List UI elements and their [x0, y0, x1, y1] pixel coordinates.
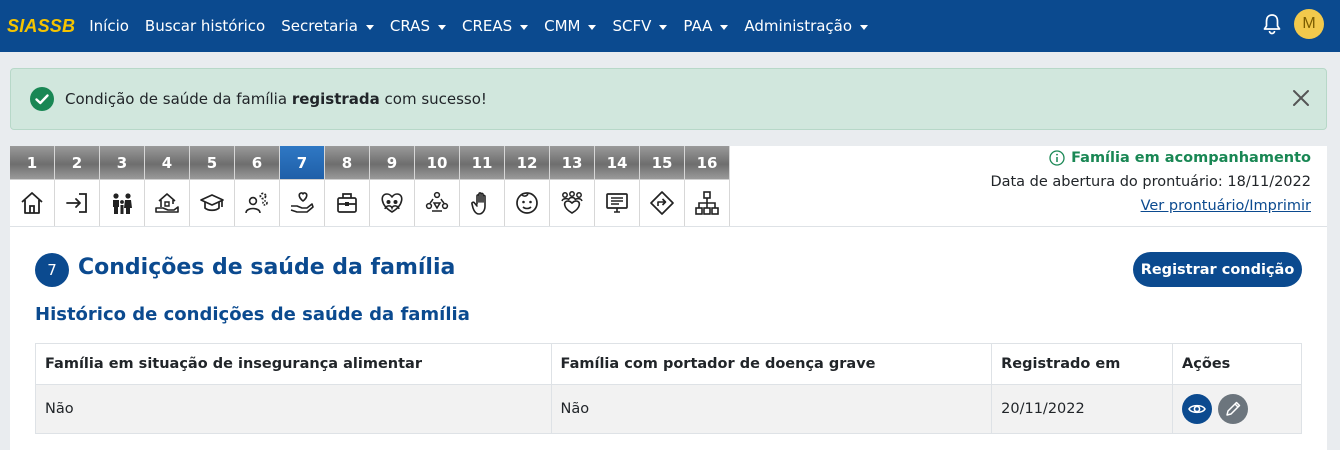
view-button[interactable] [1182, 394, 1213, 424]
login-icon [66, 193, 87, 213]
step-tab-7[interactable]: 7 [280, 146, 325, 226]
step-tab-2[interactable]: 2 [55, 146, 100, 226]
section-title: Histórico de condições de saúde da famíl… [35, 304, 470, 325]
caret-down-icon [588, 24, 597, 30]
column-header: Ações [1172, 343, 1302, 385]
nav-item-cmm[interactable]: CMM [544, 17, 597, 35]
table-header-row: Família em situação de insegurança alime… [35, 343, 1302, 385]
step-tab-1[interactable]: 1 [10, 146, 55, 226]
nav-item-buscar-historico[interactable]: Buscar histórico [145, 17, 265, 35]
user-avatar[interactable]: M [1294, 9, 1324, 39]
eye-icon [1188, 404, 1206, 414]
nav-item-creas[interactable]: CREAS [462, 17, 529, 35]
step-tab-10[interactable]: 10 [415, 146, 460, 226]
table-cell: Não [35, 384, 552, 434]
page-title: Condições de saúde da família [78, 255, 456, 280]
house-hand-icon [155, 193, 179, 213]
nav-item-inicio[interactable]: Início [89, 17, 129, 35]
nav-item-paa[interactable]: PAA [683, 17, 729, 35]
nav-item-scfv[interactable]: SCFV [612, 17, 668, 35]
step-tab-3[interactable]: 3 [100, 146, 145, 226]
step-tab-16[interactable]: 16 [685, 146, 730, 226]
step-tab-4[interactable]: 4 [145, 146, 190, 226]
caret-down-icon [860, 24, 869, 30]
people-heart-icon [381, 193, 403, 213]
column-header: Família com portador de doença grave [550, 343, 993, 385]
table-cell: Não [550, 384, 993, 434]
success-alert: Condição de saúde da família registrada … [10, 68, 1327, 130]
caret-down-icon [437, 24, 446, 30]
briefcase-icon [337, 193, 357, 213]
check-circle-icon [30, 87, 54, 111]
top-navbar: SIASSB Início Buscar histórico Secretari… [0, 0, 1340, 52]
person-gears-icon [245, 192, 268, 214]
step-tab-6[interactable]: 6 [235, 146, 280, 226]
graduation-cap-icon [200, 194, 224, 212]
nav-item-secretaria[interactable]: Secretaria [281, 17, 374, 35]
family-info-panel: Família em acompanhamento Data de abertu… [730, 146, 1327, 226]
step-tabs: 1 2 3 4 5 6 7 8 9 10 11 12 13 14 15 16 [10, 146, 730, 226]
bell-icon[interactable] [1262, 13, 1282, 35]
group-heart-icon [561, 191, 583, 214]
caret-down-icon [659, 24, 668, 30]
view-print-link[interactable]: Ver prontuário/Imprimir [1141, 198, 1311, 214]
step-tab-14[interactable]: 14 [595, 146, 640, 226]
family-status: Família em acompanhamento [1049, 150, 1311, 166]
main-card: 7 Condições de saúde da família Registra… [10, 226, 1327, 450]
opening-date: Data de abertura do prontuário: 18/11/20… [990, 174, 1311, 190]
hand-stop-icon [471, 192, 486, 215]
caret-down-icon [365, 24, 374, 30]
monitor-list-icon [606, 193, 628, 213]
alert-message: Condição de saúde da família registrada … [65, 90, 487, 108]
people-circle-icon [425, 191, 449, 212]
hierarchy-icon [695, 191, 719, 215]
step-tab-13[interactable]: 13 [550, 146, 595, 226]
hand-heart-icon [290, 192, 314, 213]
step-tab-5[interactable]: 5 [190, 146, 235, 226]
step-number-badge: 7 [35, 253, 69, 287]
caret-down-icon [520, 24, 529, 30]
step-tab-15[interactable]: 15 [640, 146, 685, 226]
family-icon [113, 193, 132, 214]
pencil-icon [1226, 401, 1241, 416]
column-header: Registrado em [991, 343, 1174, 385]
step-tab-9[interactable]: 9 [370, 146, 415, 226]
home-icon [21, 192, 43, 214]
edit-button[interactable] [1218, 394, 1249, 424]
nav-item-administracao[interactable]: Administração [744, 17, 869, 35]
table-cell: 20/11/2022 [991, 384, 1174, 434]
column-header: Família em situação de insegurança alime… [35, 343, 552, 385]
table-row: Não Não 20/11/2022 [35, 384, 1302, 434]
info-circle-icon [1049, 150, 1065, 166]
face-icon [516, 192, 538, 214]
register-condition-button[interactable]: Registrar condição [1133, 252, 1302, 287]
step-tab-8[interactable]: 8 [325, 146, 370, 226]
brand-logo[interactable]: SIASSB [7, 16, 75, 37]
nav-item-cras[interactable]: CRAS [390, 17, 446, 35]
actions-cell [1172, 384, 1302, 434]
close-icon[interactable] [1292, 89, 1310, 107]
step-tab-11[interactable]: 11 [460, 146, 505, 226]
health-conditions-table: Família em situação de insegurança alime… [35, 343, 1302, 434]
direction-sign-icon [650, 191, 674, 215]
step-tab-12[interactable]: 12 [505, 146, 550, 226]
caret-down-icon [720, 24, 729, 30]
